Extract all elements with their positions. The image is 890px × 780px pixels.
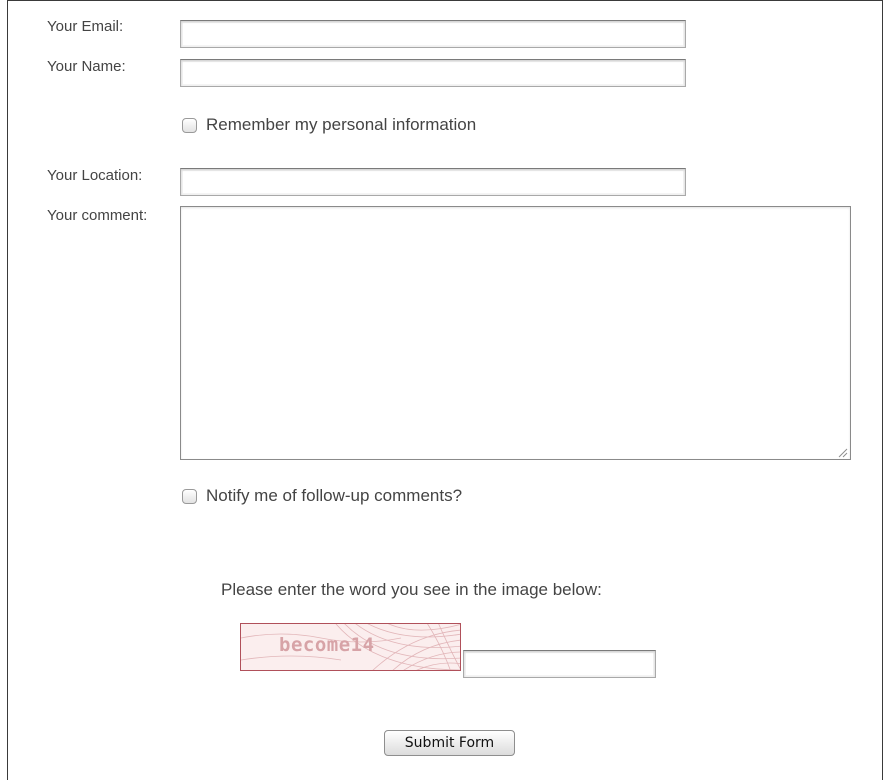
location-field[interactable] (180, 168, 686, 196)
remember-checkbox[interactable] (182, 117, 197, 133)
submit-form-button[interactable]: Submit Form (384, 730, 515, 756)
email-label: Your Email: (47, 18, 124, 35)
comment-textarea[interactable] (180, 206, 851, 460)
notify-row[interactable]: Notify me of follow-up comments? (182, 486, 462, 506)
resize-grip-icon[interactable] (836, 446, 848, 458)
captcha-prompt: Please enter the word you see in the ima… (221, 580, 602, 599)
remember-label: Remember my personal information (206, 115, 477, 134)
email-field[interactable] (180, 20, 686, 48)
captcha-image: become14 (240, 623, 461, 671)
captcha-input[interactable] (463, 650, 656, 678)
comment-label: Your comment: (47, 207, 148, 224)
notify-checkbox[interactable] (182, 488, 197, 504)
notify-label: Notify me of follow-up comments? (206, 486, 463, 505)
remember-row[interactable]: Remember my personal information (182, 115, 476, 135)
name-field[interactable] (180, 59, 686, 87)
location-label: Your Location: (47, 167, 143, 184)
captcha-word: become14 (279, 634, 375, 656)
name-label: Your Name: (47, 58, 126, 75)
